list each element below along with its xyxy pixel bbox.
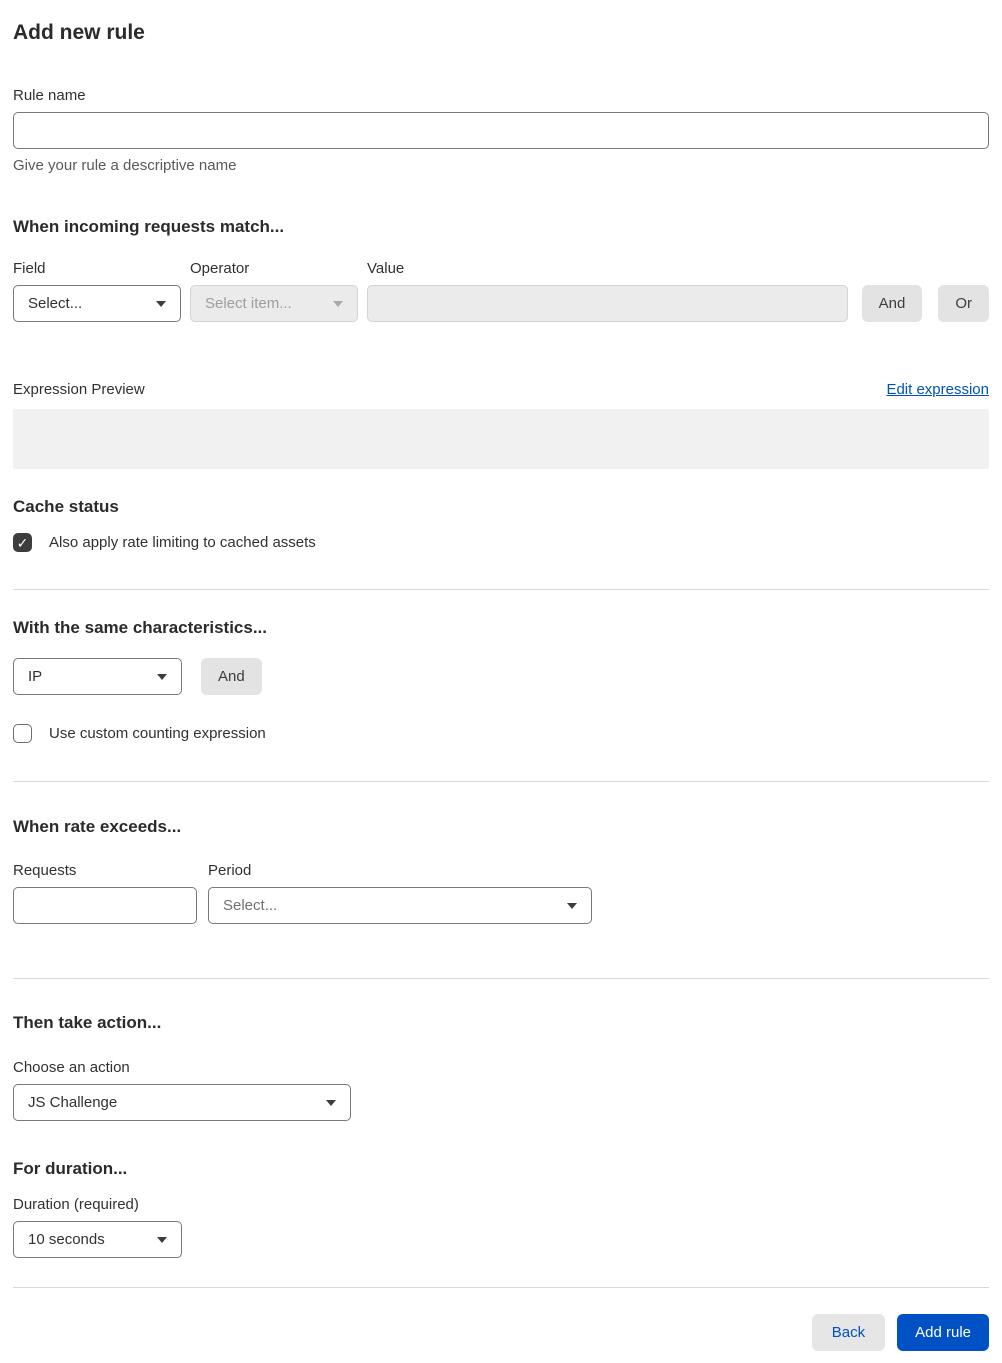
requests-group: Requests bbox=[13, 862, 197, 924]
match-row: Field Select... Operator Select item... … bbox=[13, 260, 989, 322]
rate-row: Requests Period Select... bbox=[13, 862, 989, 924]
chevron-down-icon bbox=[326, 1099, 336, 1106]
action-select-value: JS Challenge bbox=[28, 1094, 118, 1111]
field-select-value: Select... bbox=[28, 295, 83, 312]
or-button[interactable]: Or bbox=[938, 285, 989, 322]
operator-select: Select item... bbox=[190, 285, 358, 322]
operator-label: Operator bbox=[190, 260, 250, 277]
duration-select-value: 10 seconds bbox=[28, 1231, 105, 1248]
cache-status-section: Cache status ✓ Also apply rate limiting … bbox=[13, 497, 989, 552]
rate-heading: When rate exceeds... bbox=[13, 817, 182, 836]
characteristics-heading: With the same characteristics... bbox=[13, 618, 268, 637]
divider bbox=[13, 1287, 989, 1288]
cache-checkbox-row: ✓ Also apply rate limiting to cached ass… bbox=[13, 533, 989, 552]
operator-select-value: Select item... bbox=[205, 295, 292, 312]
characteristics-section: With the same characteristics... IP And … bbox=[13, 618, 989, 743]
cache-checkbox-label: Also apply rate limiting to cached asset… bbox=[49, 534, 316, 551]
chevron-down-icon bbox=[567, 902, 577, 909]
action-select[interactable]: JS Challenge bbox=[13, 1084, 351, 1121]
chevron-down-icon bbox=[157, 1236, 167, 1243]
cache-status-heading: Cache status bbox=[13, 497, 119, 516]
period-group: Period Select... bbox=[208, 862, 592, 924]
divider bbox=[13, 978, 989, 979]
requests-label: Requests bbox=[13, 862, 77, 879]
and-button[interactable]: And bbox=[861, 285, 923, 322]
rule-name-label: Rule name bbox=[13, 87, 86, 104]
chevron-down-icon bbox=[156, 300, 166, 307]
action-section: Then take action... Choose an action JS … bbox=[13, 1013, 989, 1121]
duration-label: Duration (required) bbox=[13, 1196, 139, 1213]
field-label: Field bbox=[13, 260, 46, 277]
page-title: Add new rule bbox=[13, 21, 145, 44]
rate-section: When rate exceeds... Requests Period Sel… bbox=[13, 817, 989, 924]
duration-section: For duration... Duration (required) 10 s… bbox=[13, 1159, 989, 1258]
match-heading: When incoming requests match... bbox=[13, 217, 285, 236]
field-select[interactable]: Select... bbox=[13, 285, 181, 322]
divider bbox=[13, 589, 989, 590]
cached-assets-checkbox[interactable]: ✓ bbox=[13, 533, 32, 552]
duration-select[interactable]: 10 seconds bbox=[13, 1221, 182, 1258]
field-group: Field Select... bbox=[13, 260, 181, 322]
and-or-buttons: And Or bbox=[857, 285, 989, 322]
expression-header: Expression Preview Edit expression bbox=[13, 381, 989, 398]
expression-preview-box bbox=[13, 409, 989, 469]
rule-name-helper: Give your rule a descriptive name bbox=[13, 157, 237, 174]
duration-heading: For duration... bbox=[13, 1159, 128, 1178]
back-button[interactable]: Back bbox=[811, 1314, 886, 1351]
period-select-value: Select... bbox=[223, 897, 278, 914]
value-group: Value bbox=[367, 260, 848, 322]
period-label: Period bbox=[208, 862, 252, 879]
expression-preview-label: Expression Preview bbox=[13, 381, 145, 398]
add-rule-button[interactable]: Add rule bbox=[897, 1314, 989, 1351]
action-label: Choose an action bbox=[13, 1059, 130, 1076]
requests-input[interactable] bbox=[13, 887, 197, 924]
value-label: Value bbox=[367, 260, 405, 277]
add-rule-form: Add new rule Rule name Give your rule a … bbox=[0, 0, 1002, 1363]
characteristic-and-button[interactable]: And bbox=[201, 658, 262, 695]
action-heading: Then take action... bbox=[13, 1013, 162, 1032]
counting-expression-row: Use custom counting expression bbox=[13, 724, 989, 743]
operator-group: Operator Select item... bbox=[190, 260, 358, 322]
rule-name-input[interactable] bbox=[13, 112, 989, 149]
divider bbox=[13, 781, 989, 782]
footer-actions: Back Add rule bbox=[13, 1314, 989, 1351]
value-input bbox=[367, 285, 848, 322]
characteristic-select-value: IP bbox=[28, 668, 43, 685]
match-section: When incoming requests match... Field Se… bbox=[13, 217, 989, 322]
counting-expression-checkbox[interactable] bbox=[13, 724, 32, 743]
period-select[interactable]: Select... bbox=[208, 887, 592, 924]
characteristics-row: IP And bbox=[13, 658, 989, 695]
edit-expression-link[interactable]: Edit expression bbox=[886, 381, 989, 398]
checkmark-icon: ✓ bbox=[16, 534, 29, 551]
rule-name-group: Rule name Give your rule a descriptive n… bbox=[13, 87, 989, 174]
characteristic-select[interactable]: IP bbox=[13, 658, 182, 695]
chevron-down-icon bbox=[333, 300, 343, 307]
counting-expression-label: Use custom counting expression bbox=[49, 725, 266, 742]
expression-preview-block: Expression Preview Edit expression bbox=[13, 381, 989, 469]
chevron-down-icon bbox=[157, 673, 167, 680]
